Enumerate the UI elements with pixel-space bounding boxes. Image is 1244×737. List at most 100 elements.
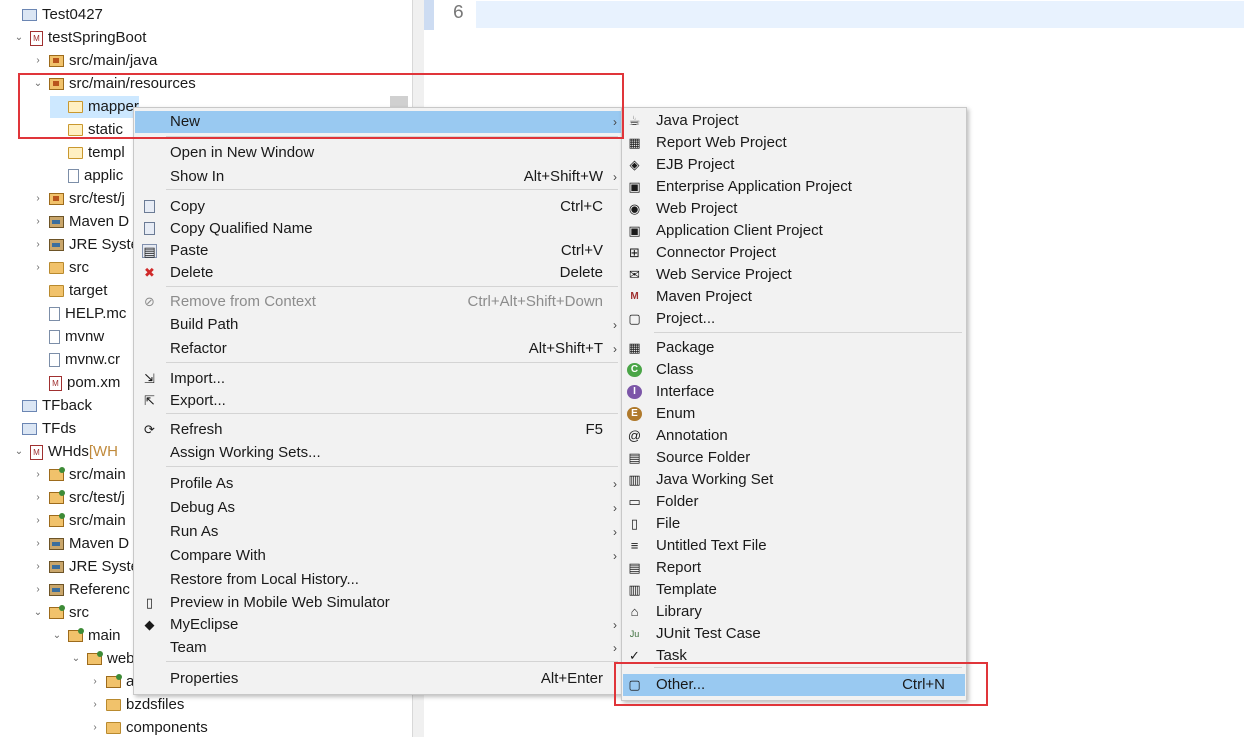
new-submenu-item-report[interactable]: ▤ Report bbox=[623, 557, 965, 579]
tree-item[interactable]: ⌄ main bbox=[50, 625, 121, 647]
expand-icon[interactable]: › bbox=[31, 556, 45, 578]
tree-item[interactable]: › bzdsfiles bbox=[88, 694, 184, 716]
expand-icon[interactable]: › bbox=[31, 510, 45, 532]
menu-item-restore-from-local-history[interactable]: Restore from Local History... bbox=[135, 569, 621, 591]
new-submenu-item-annotation[interactable]: @ Annotation bbox=[623, 425, 965, 447]
new-submenu-item-application-client-project[interactable]: ▣ Application Client Project bbox=[623, 220, 965, 242]
menu-item-export[interactable]: ⇱ Export... bbox=[135, 390, 621, 412]
expand-icon[interactable]: › bbox=[88, 694, 102, 716]
menu-item-profile-as[interactable]: Profile As › bbox=[135, 473, 621, 495]
tree-item[interactable]: › Maven D bbox=[31, 533, 129, 555]
tree-item[interactable]: mvnw.cr bbox=[31, 349, 120, 371]
new-submenu-item-enterprise-application-project[interactable]: ▣ Enterprise Application Project bbox=[623, 176, 965, 198]
new-submenu-item-maven-project[interactable]: M Maven Project bbox=[623, 286, 965, 308]
menu-item-debug-as[interactable]: Debug As › bbox=[135, 497, 621, 519]
expand-icon[interactable]: › bbox=[88, 671, 102, 693]
new-submenu-item-class[interactable]: C Class bbox=[623, 359, 965, 381]
tree-item[interactable]: › Referenc bbox=[31, 579, 130, 601]
collapse-icon[interactable]: ⌄ bbox=[69, 648, 83, 670]
tree-item[interactable]: › src/test/j bbox=[31, 487, 125, 509]
menu-item-preview-in-mobile-web-simulator[interactable]: ▯ Preview in Mobile Web Simulator bbox=[135, 592, 621, 614]
expand-icon[interactable]: › bbox=[31, 234, 45, 256]
expand-icon[interactable]: › bbox=[31, 188, 45, 210]
menu-item-new[interactable]: New › bbox=[135, 111, 621, 133]
new-submenu-item-interface[interactable]: I Interface bbox=[623, 381, 965, 403]
tree-item[interactable]: ⌄ src bbox=[31, 602, 89, 624]
menu-item-paste[interactable]: ▤ Paste Ctrl+V bbox=[135, 240, 621, 262]
tree-item[interactable]: TFds bbox=[12, 418, 76, 440]
tree-item[interactable]: ⌄ web bbox=[69, 648, 135, 670]
new-submenu-item-java-project[interactable]: ☕ Java Project bbox=[623, 110, 965, 132]
menu-item-run-as[interactable]: Run As › bbox=[135, 521, 621, 543]
collapse-icon[interactable]: ⌄ bbox=[31, 73, 45, 95]
tree-item[interactable]: mapper bbox=[50, 96, 139, 118]
new-submenu-item-junit-test-case[interactable]: Ju JUnit Test Case bbox=[623, 623, 965, 645]
tree-item[interactable]: mvnw bbox=[31, 326, 104, 348]
new-submenu-item-other[interactable]: ▢ Other... Ctrl+N bbox=[623, 674, 965, 696]
tree-item[interactable]: › src bbox=[31, 257, 89, 279]
menu-item-build-path[interactable]: Build Path › bbox=[135, 314, 621, 336]
tree-item[interactable]: › src/test/j bbox=[31, 188, 125, 210]
menu-item-delete[interactable]: ✖ Delete Delete bbox=[135, 262, 621, 284]
new-submenu-item-folder[interactable]: ▭ Folder bbox=[623, 491, 965, 513]
tree-item[interactable]: target bbox=[31, 280, 107, 302]
new-submenu-item-source-folder[interactable]: ▤ Source Folder bbox=[623, 447, 965, 469]
menu-item-import[interactable]: ⇲ Import... bbox=[135, 368, 621, 390]
menu-item-compare-with[interactable]: Compare With › bbox=[135, 545, 621, 567]
tree-item[interactable]: ⌄ MtestSpringBoot bbox=[12, 27, 147, 49]
new-submenu-item-untitled-text-file[interactable]: ≡ Untitled Text File bbox=[623, 535, 965, 557]
tree-item[interactable]: › JRE Syste bbox=[31, 234, 139, 256]
expand-icon[interactable]: › bbox=[31, 579, 45, 601]
collapse-icon[interactable]: ⌄ bbox=[12, 27, 26, 49]
menu-item-team[interactable]: Team › bbox=[135, 637, 621, 659]
expand-icon[interactable]: › bbox=[31, 464, 45, 486]
tree-item[interactable]: › src/main bbox=[31, 464, 125, 486]
new-submenu-item-java-working-set[interactable]: ▥ Java Working Set bbox=[623, 469, 965, 491]
new-submenu-item-task[interactable]: ✓ Task bbox=[623, 645, 965, 667]
tree-item[interactable]: static bbox=[50, 119, 123, 141]
menu-item-open-in-new-window[interactable]: Open in New Window bbox=[135, 142, 621, 164]
tree-item[interactable]: applic bbox=[50, 165, 123, 187]
tree-item[interactable]: › JRE Syste bbox=[31, 556, 139, 578]
new-submenu-item-web-service-project[interactable]: ✉ Web Service Project bbox=[623, 264, 965, 286]
new-submenu-item-file[interactable]: ▯ File bbox=[623, 513, 965, 535]
tree-item[interactable]: › Maven D bbox=[31, 211, 129, 233]
new-submenu-item-enum[interactable]: E Enum bbox=[623, 403, 965, 425]
menu-item-show-in[interactable]: Show In Alt+Shift+W › bbox=[135, 166, 621, 188]
tree-item[interactable]: › src/main bbox=[31, 510, 125, 532]
tree-item[interactable]: ⌄ M WHds [WH bbox=[12, 441, 118, 463]
tree-item[interactable]: › components bbox=[88, 717, 207, 737]
collapse-icon[interactable]: ⌄ bbox=[50, 625, 64, 647]
tree-item[interactable]: › a bbox=[88, 671, 134, 693]
menu-item-myeclipse[interactable]: ◆ MyEclipse › bbox=[135, 614, 621, 636]
menu-item-refresh[interactable]: ⟳ Refresh F5 bbox=[135, 419, 621, 441]
new-submenu-item-template[interactable]: ▥ Template bbox=[623, 579, 965, 601]
expand-icon[interactable]: › bbox=[31, 257, 45, 279]
expand-icon[interactable]: › bbox=[31, 533, 45, 555]
tree-item[interactable]: ⌄ src/main/resources bbox=[31, 73, 196, 95]
menu-item-assign-working-sets[interactable]: Assign Working Sets... bbox=[135, 442, 621, 464]
new-submenu-item-package[interactable]: ▦ Package bbox=[623, 337, 965, 359]
collapse-icon[interactable]: ⌄ bbox=[12, 441, 26, 463]
tree-item[interactable]: Test0427 bbox=[12, 4, 103, 26]
new-submenu-item-connector-project[interactable]: ⊞ Connector Project bbox=[623, 242, 965, 264]
menu-item-copy[interactable]: Copy Ctrl+C bbox=[135, 196, 621, 218]
tree-item[interactable]: templ bbox=[50, 142, 125, 164]
tree-item[interactable]: Mpom.xm bbox=[31, 372, 120, 394]
tree-item[interactable]: HELP.mc bbox=[31, 303, 126, 325]
new-submenu-item-library[interactable]: ⌂ Library bbox=[623, 601, 965, 623]
tree-item[interactable]: TFback bbox=[12, 395, 92, 417]
expand-icon[interactable]: › bbox=[31, 211, 45, 233]
collapse-icon[interactable]: ⌄ bbox=[31, 602, 45, 624]
expand-icon[interactable]: › bbox=[31, 50, 45, 72]
menu-item-copy-qualified-name[interactable]: Copy Qualified Name bbox=[135, 218, 621, 240]
expand-icon[interactable]: › bbox=[88, 717, 102, 737]
menu-item-properties[interactable]: Properties Alt+Enter bbox=[135, 668, 621, 690]
expand-icon[interactable]: › bbox=[31, 487, 45, 509]
new-submenu-item-ejb-project[interactable]: ◈ EJB Project bbox=[623, 154, 965, 176]
new-submenu-item-report-web-project[interactable]: ▦ Report Web Project bbox=[623, 132, 965, 154]
tree-item[interactable]: › src/main/java bbox=[31, 50, 157, 72]
new-submenu-item-project[interactable]: ▢ Project... bbox=[623, 308, 965, 330]
menu-item-refactor[interactable]: Refactor Alt+Shift+T › bbox=[135, 338, 621, 360]
new-submenu-item-web-project[interactable]: ◉ Web Project bbox=[623, 198, 965, 220]
